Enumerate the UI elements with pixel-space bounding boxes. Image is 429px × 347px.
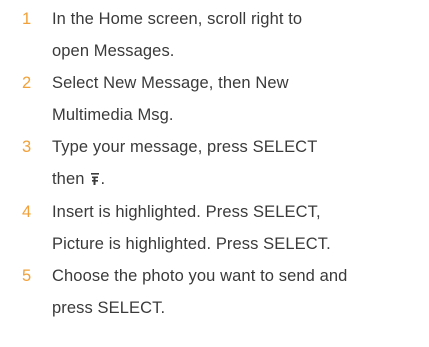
step-text-line-1: In the Home screen, scroll right to <box>52 10 303 28</box>
step-text-period: . <box>100 170 106 188</box>
step-number: 2 <box>22 74 32 92</box>
step-text-line-2: Multimedia Msg. <box>52 106 174 124</box>
step-3: 3 Type your message, press SELECT then. <box>0 131 429 196</box>
step-number: 3 <box>22 138 32 156</box>
step-4: 4 Insert is highlighted. Press SELECT, P… <box>0 196 429 260</box>
step-text-line-2: Picture is highlighted. Press SELECT. <box>52 235 331 253</box>
step-text-line-2: then. <box>52 163 429 196</box>
step-1: 1 In the Home screen, scroll right to op… <box>0 3 429 67</box>
step-number: 5 <box>22 267 32 285</box>
step-text-line-1: Choose the photo you want to send and <box>52 267 348 285</box>
step-2: 2 Select New Message, then New Multimedi… <box>0 67 429 131</box>
instruction-steps: 1 In the Home screen, scroll right to op… <box>0 0 429 321</box>
step-5: 5 Choose the photo you want to send and … <box>0 260 429 324</box>
step-text-line-1: Type your message, press SELECT <box>52 138 318 156</box>
step-text-line-1: Insert is highlighted. Press SELECT, <box>52 203 321 221</box>
step-text-line-2: press SELECT. <box>52 299 166 317</box>
step-text-then: then <box>52 170 85 188</box>
menu-options-icon <box>90 164 99 196</box>
step-text-line-1: Select New Message, then New <box>52 74 289 92</box>
step-number: 1 <box>22 10 32 28</box>
step-text-line-2: open Messages. <box>52 42 175 60</box>
step-number: 4 <box>22 203 32 221</box>
